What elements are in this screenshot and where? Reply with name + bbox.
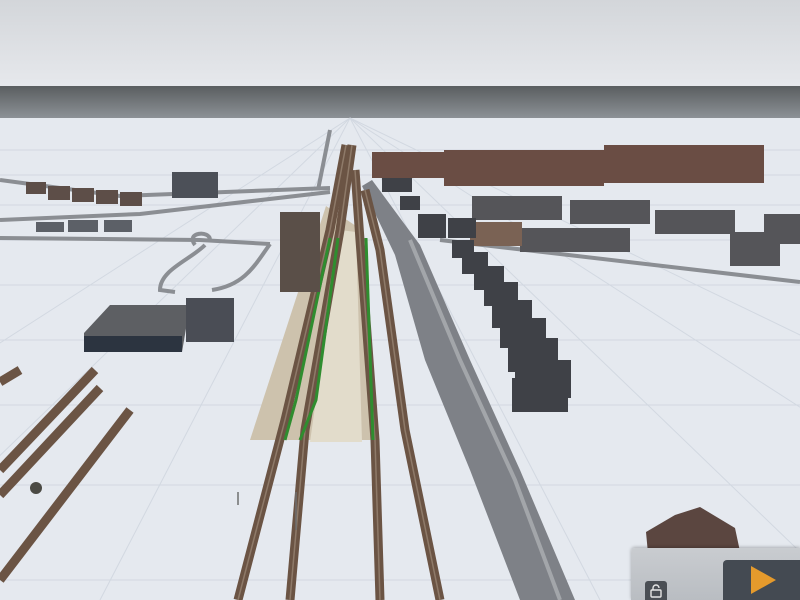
hud-panel <box>631 548 800 600</box>
play-button[interactable] <box>723 560 800 600</box>
game-viewport[interactable] <box>0 0 800 600</box>
sky <box>0 0 800 86</box>
office-block <box>172 172 218 198</box>
play-triangle-icon <box>750 566 776 594</box>
lock-button[interactable] <box>645 581 667 600</box>
depot-roof-edge <box>84 336 182 352</box>
station-building <box>186 298 234 342</box>
railway-3d-scene[interactable] <box>0 0 800 600</box>
station-building-wing <box>280 212 320 292</box>
bush <box>30 482 42 494</box>
unlock-icon <box>650 583 662 598</box>
horizon-band <box>0 86 800 118</box>
